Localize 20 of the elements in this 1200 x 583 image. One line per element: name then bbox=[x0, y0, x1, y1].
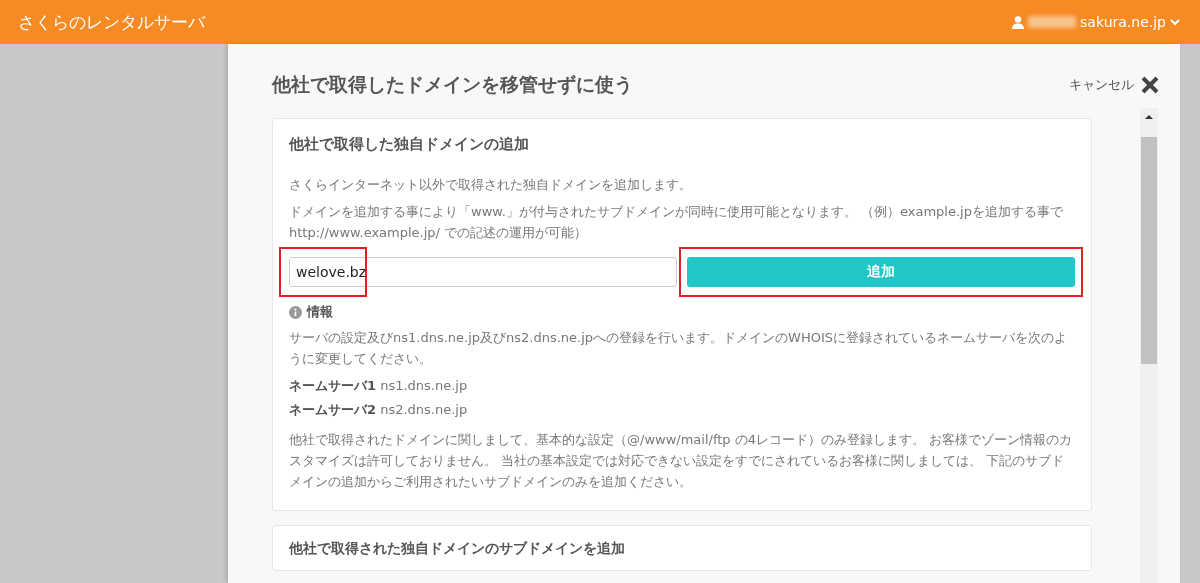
nameserver-line: ネームサーバ1 ns1.dns.ne.jp bbox=[289, 377, 469, 395]
info-text: サーバの設定及びns1.dns.ne.jp及びns2.dns.ne.jpへの登録を行います。ドメインのWHOISに登録されているネームサーバを次のように変更してください。 bbox=[289, 329, 1069, 368]
user-icon bbox=[1012, 15, 1025, 29]
card-title: 他社で取得した独自ドメインの追加 bbox=[289, 135, 530, 154]
account-domain: sakura.ne.jp bbox=[1080, 14, 1166, 30]
blurred-username bbox=[1028, 16, 1077, 28]
nameserver-line: ネームサーバ2 ns2.dns.ne.jp bbox=[289, 401, 469, 419]
app-title: さくらのレンタルサーバ bbox=[18, 10, 205, 34]
description-text: さくらインターネット以外で取得された独自ドメインを追加します。 bbox=[289, 176, 693, 194]
cancel-button[interactable]: キャンセル bbox=[1069, 75, 1160, 95]
scrollbar[interactable] bbox=[1140, 108, 1158, 583]
card-title: 他社で取得された独自ドメインのサブドメインを追加 bbox=[289, 540, 625, 556]
domain-input[interactable]: welove.bz bbox=[289, 257, 677, 287]
chevron-down-icon bbox=[1170, 18, 1180, 26]
note-text: 他社で取得されたドメインに関しまして、基本的な設定（@/www/mail/ftp の4レコード）のみ登録します。 お客様でゾーン情報のカスタマイズは許可しておりません。 当社の基本設定では対応できない設定をすでにされているお客様に関しましては、 下記のサブドメインの追加からご利用されたいサブドメインのみを追加ください。 bbox=[289, 431, 1074, 491]
description-text: ドメインを追加する事により「www.」が付与されたサブドメインが同時に使用可能となります。 （例）example.jpを追加する事で http://www.example.jp/ での記述の運用が可能） bbox=[289, 203, 1064, 242]
info-icon bbox=[289, 305, 302, 319]
dialog-title: 他社で取得したドメインを移管せずに使う bbox=[272, 72, 633, 97]
close-icon bbox=[1140, 75, 1160, 95]
info-heading: 情報 bbox=[307, 303, 333, 321]
